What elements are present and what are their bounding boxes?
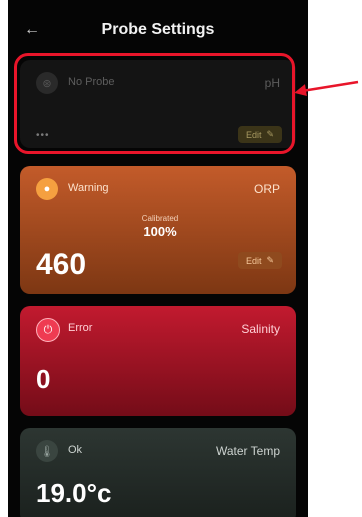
probe-type: ORP [253,182,280,196]
probe-status: Warning [68,182,109,194]
edit-button[interactable]: Edit ✎ [237,252,282,269]
warning-icon: ● [36,178,58,200]
edit-label: Edit [245,255,262,266]
header: ← Probe Settings [8,0,308,60]
probe-type: Salinity [241,322,280,336]
probe-reading: 460 [36,248,87,281]
probe-card-orp[interactable]: ● Warning ORP Calibrated 100% 460 Edit ✎ [20,166,296,294]
probe-type: Water Temp [215,444,280,458]
probe-card-salinity[interactable]: ⏻ Error Salinity 0 [20,306,296,416]
error-icon: ⏻ [36,318,60,342]
probe-status: Ok [68,444,83,456]
probe-reading: 0 [36,364,51,394]
calibration-label: Calibrated [141,214,179,223]
probe-reading: 19.0°c [36,478,112,508]
calibration-value: 100% [143,224,177,239]
page-title: Probe Settings [101,21,215,38]
probe-status: Error [68,322,93,334]
annotation-arrow-icon [294,80,359,96]
probe-card-water-temp[interactable]: 🌡 Ok Water Temp 19.0°c [20,428,296,517]
highlight-annotation [14,53,295,154]
temperature-icon: 🌡 [36,440,58,462]
pencil-icon: ✎ [266,255,274,265]
